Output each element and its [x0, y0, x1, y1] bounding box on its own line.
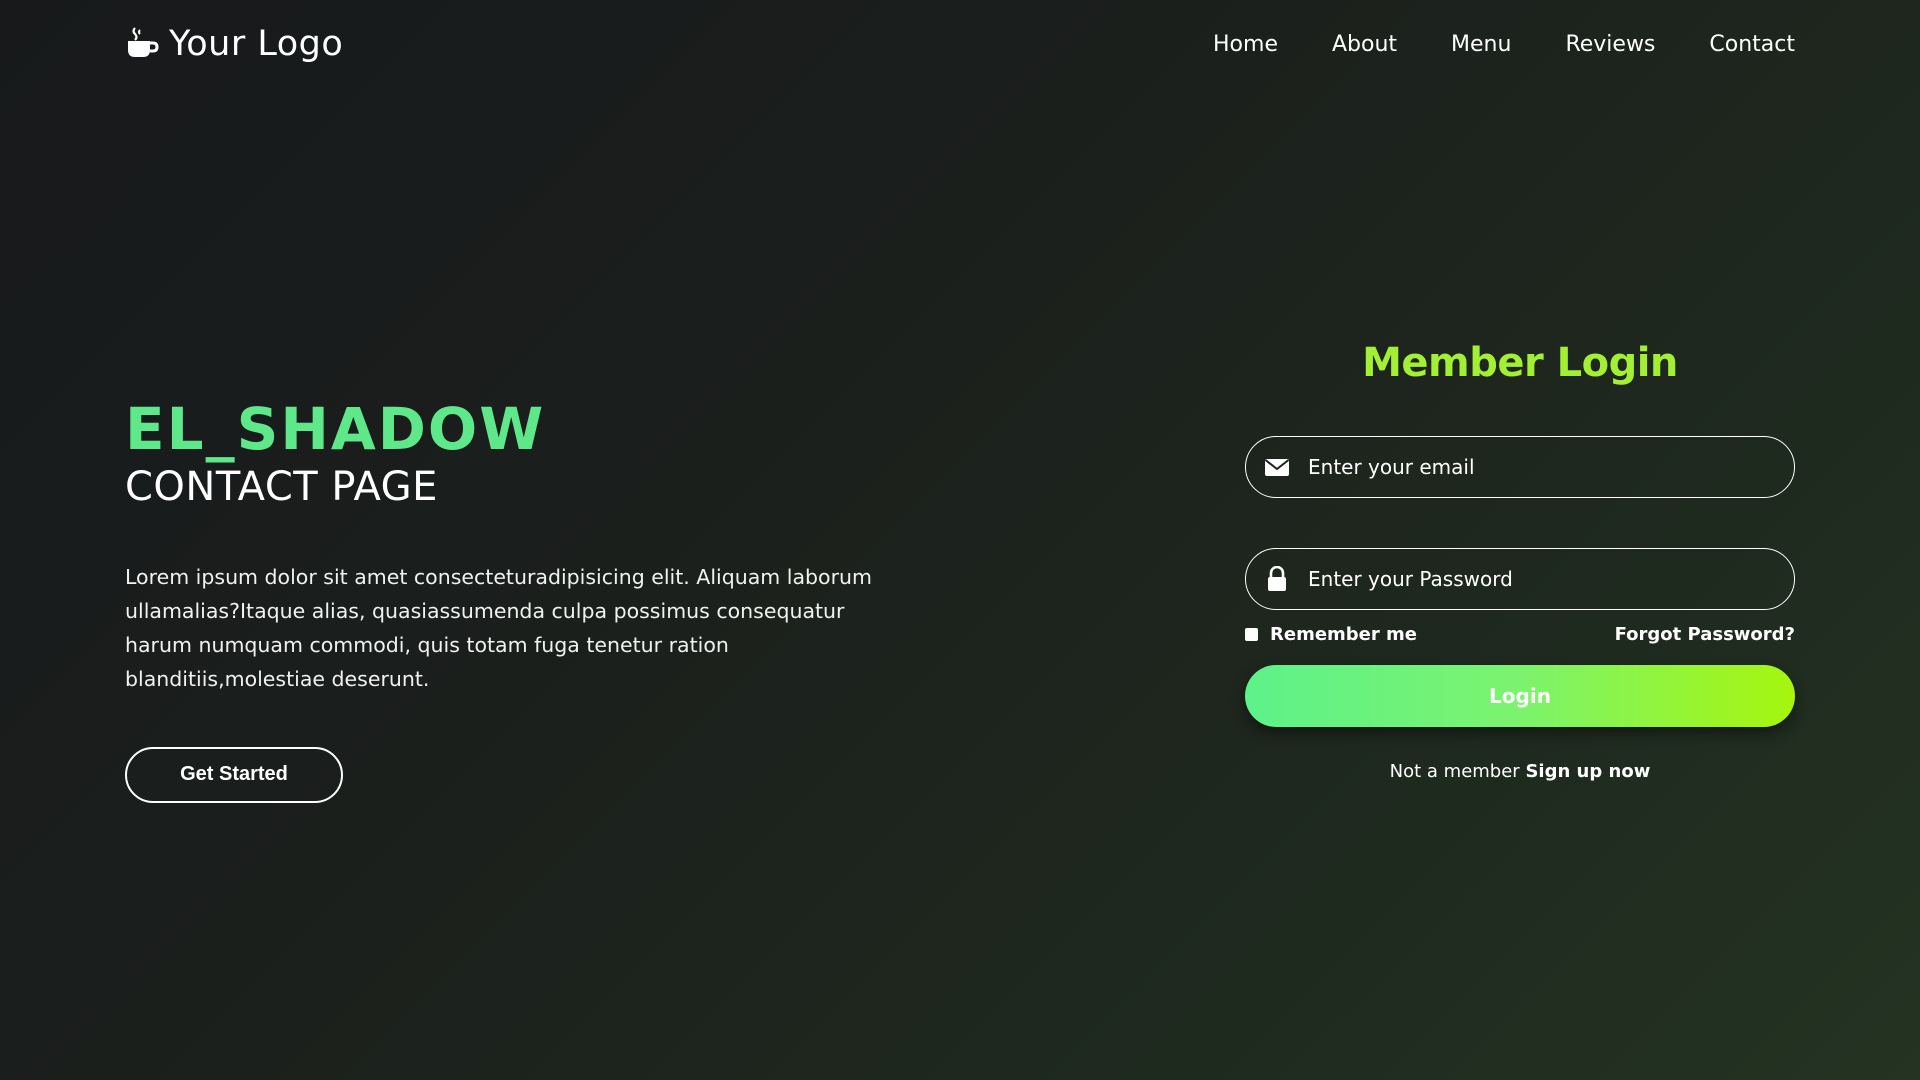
login-options: Remember me Forgot Password?: [1245, 624, 1795, 645]
nav-link-contact[interactable]: Contact: [1709, 32, 1795, 57]
signup-row: Not a member Sign up now: [1245, 761, 1795, 782]
email-input[interactable]: [1306, 454, 1794, 480]
login-button[interactable]: Login: [1245, 665, 1795, 727]
get-started-button[interactable]: Get Started: [125, 746, 343, 803]
remember-checkbox[interactable]: [1245, 628, 1258, 641]
main-nav: Home About Menu Reviews Contact: [1213, 32, 1795, 57]
hero-subtitle: CONTACT PAGE: [125, 464, 438, 510]
remember-me[interactable]: Remember me: [1245, 624, 1417, 645]
site-header: Your Logo Home About Menu Reviews Contac…: [125, 20, 1795, 68]
logo-text: Your Logo: [169, 24, 344, 64]
envelope-icon: [1264, 459, 1290, 476]
nav-link-about[interactable]: About: [1332, 32, 1397, 57]
hero-section: EL_SHADOW CONTACT PAGE Lorem ipsum dolor…: [125, 400, 885, 803]
remember-label: Remember me: [1270, 624, 1417, 645]
login-title: Member Login: [1362, 340, 1678, 386]
nav-link-reviews[interactable]: Reviews: [1565, 32, 1655, 57]
nav-link-menu[interactable]: Menu: [1451, 32, 1511, 57]
signup-link[interactable]: Sign up now: [1525, 761, 1650, 782]
signup-prompt: Not a member: [1389, 761, 1520, 782]
lock-icon: [1268, 566, 1286, 591]
forgot-password-link[interactable]: Forgot Password?: [1615, 624, 1795, 645]
email-field[interactable]: [1245, 436, 1795, 498]
hero-paragraph: Lorem ipsum dolor sit amet consecteturad…: [125, 565, 872, 691]
login-panel: Member Login Remember me Forgot Password…: [1245, 340, 1795, 782]
hero-title: EL_SHADOW: [125, 395, 546, 463]
password-field[interactable]: [1245, 548, 1795, 610]
coffee-cup-icon: [128, 27, 159, 57]
logo[interactable]: Your Logo: [125, 24, 343, 64]
nav-link-home[interactable]: Home: [1213, 32, 1278, 57]
password-input[interactable]: [1306, 566, 1794, 592]
